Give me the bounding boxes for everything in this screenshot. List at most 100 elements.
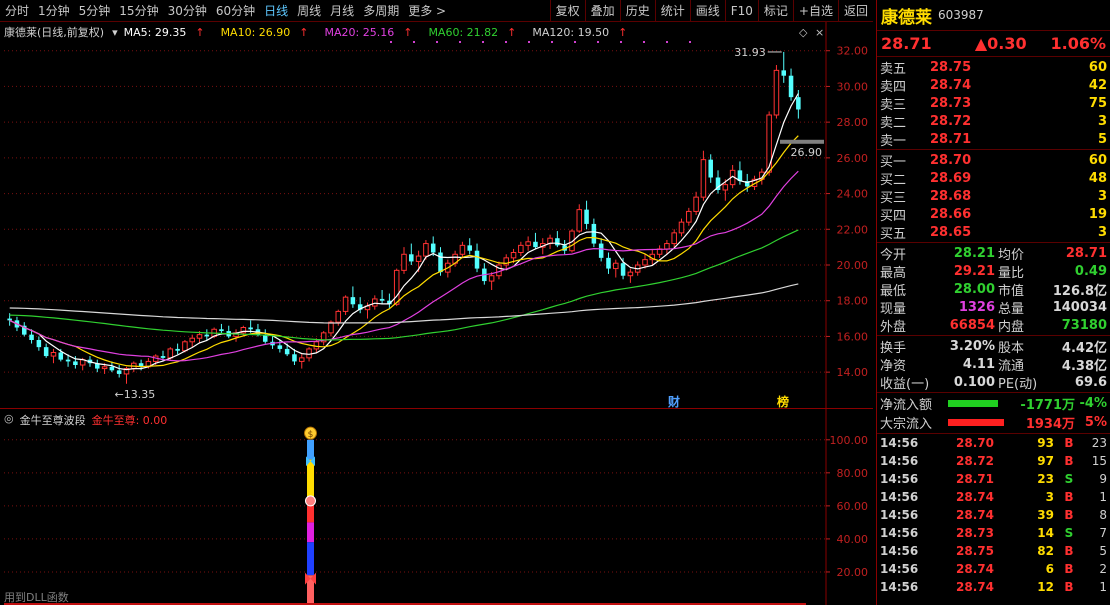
order-book-row[interactable]: 卖五 28.75 60 — [877, 58, 1110, 77]
tick-row[interactable]: 14:56 28.71 23 S 9 — [877, 470, 1110, 488]
candle-body — [409, 254, 414, 262]
order-price: 28.73 — [930, 95, 972, 111]
order-label: 买一 — [880, 154, 907, 170]
order-book-row[interactable]: 卖四 28.74 42 — [877, 76, 1110, 95]
order-book-row[interactable]: 卖一 28.71 5 — [877, 130, 1110, 149]
period-tab[interactable]: 60分钟 — [211, 0, 259, 22]
order-price: 28.74 — [930, 77, 972, 93]
ask-book: 卖五 28.75 60 卖四 28.74 42 卖三 28.73 75 卖二 28.72 3 卖一 28.… — [877, 57, 1110, 150]
stat-label: 收益(一) — [880, 376, 930, 392]
order-volume: 48 — [1088, 170, 1107, 186]
candle-body — [438, 252, 443, 273]
candle-body — [277, 345, 283, 349]
order-label: 卖五 — [880, 61, 907, 77]
action-tab[interactable]: 统计 — [654, 0, 690, 22]
candle-body — [189, 337, 195, 343]
tick-side: B — [1064, 436, 1074, 450]
candle-body — [488, 275, 495, 282]
order-book-row[interactable]: 买四 28.66 19 — [877, 205, 1110, 224]
tick-row[interactable]: 14:56 28.72 97 B 15 — [877, 452, 1110, 470]
kline-panel[interactable]: 康德莱(日线,前复权) ▾ MA5: 29.35 ↑ MA10: 26.90 ↑ MA2… — [0, 22, 873, 408]
stock-name[interactable]: 康德莱 — [881, 3, 932, 28]
candle-body — [474, 250, 480, 269]
indicator-tick-label: 80.00 — [837, 467, 869, 480]
order-book-row[interactable]: 卖二 28.72 3 — [877, 112, 1110, 131]
order-book-row[interactable]: 买二 28.69 48 — [877, 169, 1110, 188]
tick-row[interactable]: 14:56 28.75 82 B 5 — [877, 542, 1110, 560]
ma-legend-item: MA10: 26.90 ↑ — [221, 26, 317, 39]
period-tab[interactable]: 30分钟 — [163, 0, 211, 22]
period-tab[interactable]: 更多 > — [403, 0, 450, 22]
period-tabs: 分时 1分钟 5分钟 15分钟 30分钟 60分钟 日线 周线 月线 多周期 更多 > — [0, 0, 550, 22]
period-tab[interactable]: 1分钟 — [33, 0, 74, 22]
tick-row[interactable]: 14:56 28.70 93 B 23 — [877, 434, 1110, 452]
indicator-panel[interactable]: ◎ 金牛至尊波段 金牛至尊: 0.00 100.00 80.00 60.00 40.0… — [0, 408, 873, 605]
order-book-row[interactable]: 买五 28.65 3 — [877, 223, 1110, 242]
event-marker[interactable]: 财 — [667, 394, 680, 408]
indicator-expand-icon[interactable]: ◎ — [4, 412, 14, 428]
ma-legend-item: MA120: 19.50 ↑ — [532, 26, 635, 39]
stat-label: 最低 — [880, 283, 907, 299]
candle-body — [36, 340, 42, 348]
action-tab[interactable]: 叠加 — [584, 0, 620, 22]
diamond-icon[interactable]: ◇ — [799, 26, 808, 39]
tick-row[interactable]: 14:56 28.74 39 B 8 — [877, 506, 1110, 524]
candle-body — [401, 253, 407, 271]
tick-list[interactable]: 14:56 28.70 93 B 23 14:56 28.72 97 B 15 14:56 28.71… — [877, 434, 1110, 596]
tick-time: 14:56 — [880, 490, 919, 504]
action-tab[interactable]: 历史 — [619, 0, 655, 22]
action-tab[interactable]: 返回 — [837, 0, 873, 22]
candle-body — [372, 298, 378, 307]
order-book-row[interactable]: 买一 28.70 60 — [877, 151, 1110, 170]
flow-label: 大宗流入 — [880, 417, 933, 432]
order-book-row[interactable]: 买三 28.68 3 — [877, 187, 1110, 206]
order-price: 28.70 — [930, 152, 972, 168]
candle-body — [788, 75, 794, 98]
candle-body — [591, 223, 597, 244]
stat-value: 0.49 — [1074, 263, 1107, 279]
period-tab[interactable]: 周线 — [292, 0, 325, 22]
candle-body — [73, 361, 78, 365]
tick-time: 14:56 — [880, 508, 919, 522]
order-label: 卖四 — [880, 79, 907, 95]
stat-value: 126.8亿 — [1052, 283, 1107, 299]
period-tab[interactable]: 日线 — [259, 0, 292, 22]
period-tab[interactable]: 月线 — [325, 0, 358, 22]
close-icon[interactable]: × — [815, 26, 824, 39]
candle-body — [722, 184, 729, 191]
candle-body — [533, 241, 538, 248]
action-tab[interactable]: F10 — [724, 0, 758, 22]
tick-row[interactable]: 14:56 28.74 6 B 2 — [877, 560, 1110, 578]
tick-volume: 12 — [1037, 580, 1054, 594]
stat-value: 28.21 — [953, 245, 995, 261]
period-tab[interactable]: 5分钟 — [74, 0, 115, 22]
action-tab[interactable]: +自选 — [792, 0, 838, 22]
tick-row[interactable]: 14:56 28.74 3 B 1 — [877, 488, 1110, 506]
ma-legend-item: MA20: 25.16 ↑ — [325, 26, 421, 39]
candle-body — [335, 310, 342, 323]
kline-chart[interactable]: 32.00 30.00 28.00 26.00 24.00 22.00 20.00 18.00… — [0, 22, 873, 408]
action-tab[interactable]: 标记 — [757, 0, 793, 22]
stat-label: 流通 — [998, 358, 1025, 374]
tick-time: 14:56 — [880, 580, 919, 594]
order-label: 卖二 — [880, 115, 907, 131]
dropdown-icon[interactable]: ▾ — [112, 26, 118, 39]
period-tab[interactable]: 分时 — [0, 0, 33, 22]
arrow-up-icon: ↑ — [618, 25, 628, 39]
period-tab[interactable]: 多周期 — [358, 0, 403, 22]
tick-row[interactable]: 14:56 28.73 14 S 7 — [877, 524, 1110, 542]
period-tab[interactable]: 15分钟 — [114, 0, 162, 22]
candle-body — [415, 255, 422, 262]
tick-side: B — [1064, 454, 1074, 468]
event-marker[interactable]: 榜 — [777, 394, 789, 408]
tick-row[interactable]: 14:56 28.74 12 B 1 — [877, 578, 1110, 596]
flow-label: 净流入额 — [880, 398, 933, 413]
indicator-chart[interactable]: 100.00 80.00 60.00 40.00 20.00 $ — [0, 409, 873, 605]
action-tab[interactable]: 画线 — [689, 0, 725, 22]
tick-count: 23 — [1091, 436, 1107, 450]
signal-dot — [436, 41, 438, 43]
action-tab[interactable]: 复权 — [549, 0, 585, 22]
stat-value: 4.42亿 — [1061, 340, 1107, 356]
order-book-row[interactable]: 卖三 28.73 75 — [877, 94, 1110, 113]
current-level-bar — [780, 139, 824, 144]
